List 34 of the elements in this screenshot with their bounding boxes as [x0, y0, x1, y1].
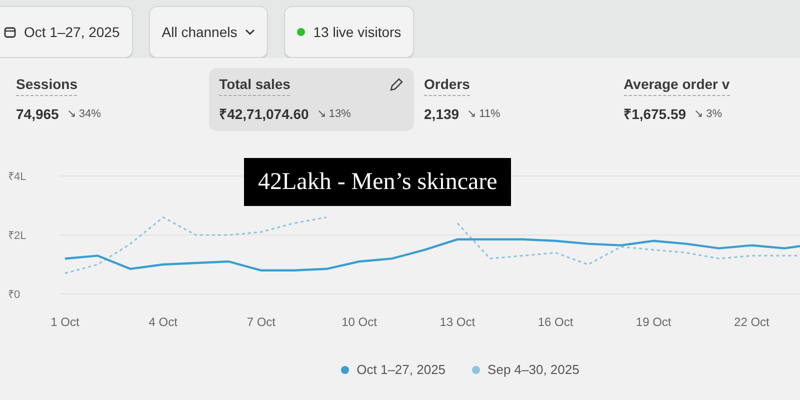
caption-overlay: 42Lakh - Men’s skincare — [244, 158, 512, 206]
y-axis-label: ₹4L — [8, 171, 26, 183]
x-axis-label: 16 Oct — [538, 315, 574, 329]
metric-label: Sessions — [16, 74, 78, 96]
x-axis-label: 10 Oct — [342, 315, 377, 329]
chevron-down-icon — [245, 28, 256, 36]
y-axis-label: ₹2L — [8, 230, 26, 242]
live-visitors-button[interactable]: 13 live visitors — [284, 6, 414, 58]
metric-label: Orders — [424, 74, 470, 96]
metric-value: 2,139 — [424, 105, 460, 124]
x-axis-label: 19 Oct — [636, 315, 672, 329]
metric-value: ₹1,675.59 — [624, 105, 686, 124]
metric-value: ₹42,71,074.60 — [219, 105, 309, 124]
live-status-dot — [297, 28, 306, 36]
x-axis-label: 7 Oct — [246, 315, 276, 329]
change-percent: ↘ 3% — [694, 107, 722, 122]
x-axis-label: 13 Oct — [440, 315, 476, 329]
metric-label: Average order v — [624, 74, 730, 96]
change-percent: ↘ 11% — [467, 107, 500, 122]
x-axis-label: 22 Oct — [734, 315, 770, 329]
x-axis-label: 1 Oct — [50, 315, 80, 329]
calendar-icon — [4, 26, 16, 38]
legend-label: Sep 4–30, 2025 — [488, 361, 580, 379]
metric-card[interactable]: Total sales ₹42,71,074.60 ↘ 13% — [209, 68, 414, 131]
legend-label: Oct 1–27, 2025 — [356, 361, 446, 379]
metric-value: 74,965 — [16, 105, 59, 124]
channel-dropdown[interactable]: All channels — [148, 6, 268, 58]
change-percent: ↘ 34% — [66, 107, 101, 122]
date-range-button[interactable]: Oct 1–27, 2025 — [0, 6, 133, 58]
y-axis-label: ₹0 — [8, 289, 20, 301]
change-percent: ↘ 13% — [316, 107, 351, 122]
pencil-icon[interactable] — [388, 77, 404, 93]
metric-label: Total sales — [219, 74, 290, 96]
x-axis-label: 4 Oct — [148, 315, 178, 329]
